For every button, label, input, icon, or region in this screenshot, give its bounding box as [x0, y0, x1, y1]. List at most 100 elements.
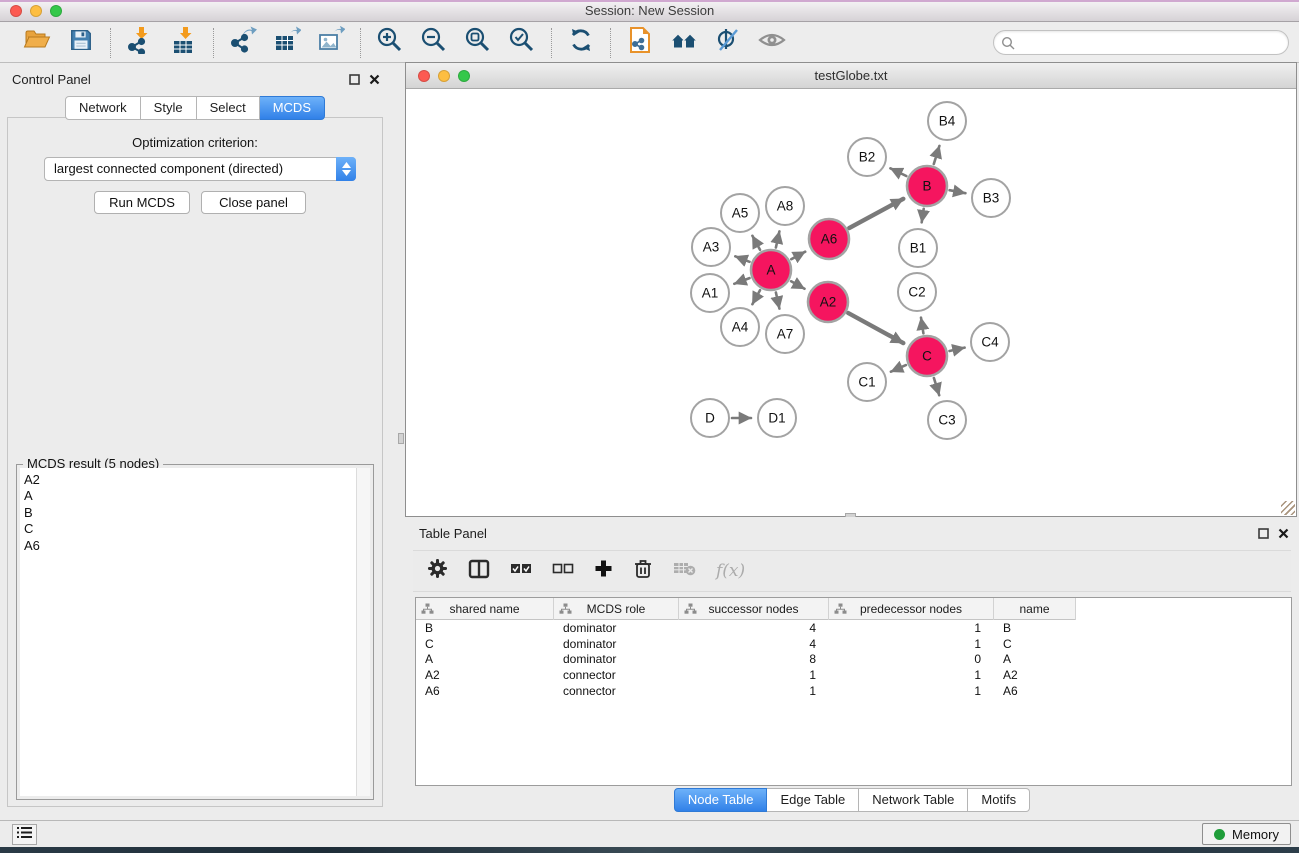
- zoom-out-button[interactable]: [419, 28, 449, 58]
- tab-mcds[interactable]: MCDS: [260, 96, 325, 120]
- tab-select[interactable]: Select: [197, 96, 260, 120]
- tab-style[interactable]: Style: [141, 96, 197, 120]
- task-history-button[interactable]: [12, 824, 37, 845]
- close-network-window-button[interactable]: [418, 70, 430, 82]
- table-cell[interactable]: A6: [416, 684, 554, 698]
- deselect-all-rows-button[interactable]: [552, 562, 574, 581]
- zoom-selected-button[interactable]: [507, 28, 537, 58]
- edge-A-A5[interactable]: [752, 236, 760, 250]
- table-cell[interactable]: C: [994, 637, 1076, 651]
- show-columns-button[interactable]: [468, 559, 490, 584]
- float-panel-icon[interactable]: [1258, 526, 1269, 544]
- table-cell[interactable]: connector: [554, 684, 679, 698]
- table-cell[interactable]: A2: [994, 668, 1076, 682]
- edge-A-A1[interactable]: [734, 278, 749, 284]
- zoom-network-window-button[interactable]: [458, 70, 470, 82]
- network-canvas[interactable]: B4B2BB3B1A5A8A6A3AA1A2C2A4A7CC4C1C3DD1: [406, 90, 1296, 516]
- close-window-button[interactable]: [10, 5, 22, 17]
- edge-A6-B[interactable]: [849, 199, 903, 228]
- edge-C-C1[interactable]: [891, 365, 906, 372]
- tab-network-table[interactable]: Network Table: [859, 788, 968, 812]
- table-cell[interactable]: A: [994, 652, 1076, 666]
- tab-network[interactable]: Network: [65, 96, 141, 120]
- export-image-button[interactable]: [316, 28, 346, 58]
- minimize-network-window-button[interactable]: [438, 70, 450, 82]
- select-all-rows-button[interactable]: [510, 562, 532, 581]
- table-cell[interactable]: 4: [679, 621, 829, 635]
- criterion-dropdown[interactable]: largest connected component (directed): [44, 157, 356, 181]
- edge-C-C3[interactable]: [934, 378, 939, 395]
- export-network-button[interactable]: [228, 28, 258, 58]
- edge-B-B2[interactable]: [890, 168, 906, 176]
- edge-C-C4[interactable]: [950, 348, 965, 351]
- edge-A-A8[interactable]: [776, 231, 780, 247]
- zoom-in-button[interactable]: [375, 28, 405, 58]
- table-cell[interactable]: dominator: [554, 637, 679, 651]
- edge-B-B3[interactable]: [950, 190, 966, 193]
- table-cell[interactable]: 8: [679, 652, 829, 666]
- table-cell[interactable]: C: [416, 637, 554, 651]
- import-network-button[interactable]: [125, 28, 155, 58]
- refresh-layout-button[interactable]: [566, 28, 596, 58]
- table-cell[interactable]: 1: [679, 668, 829, 682]
- result-item[interactable]: B: [20, 505, 370, 521]
- table-cell[interactable]: 1: [829, 684, 994, 698]
- result-item[interactable]: A2: [20, 472, 370, 488]
- edge-A-A2[interactable]: [791, 281, 804, 289]
- delete-table-button[interactable]: [673, 560, 696, 582]
- table-cell[interactable]: B: [994, 621, 1076, 635]
- zoom-window-button[interactable]: [50, 5, 62, 17]
- table-cell[interactable]: A: [416, 652, 554, 666]
- add-column-button[interactable]: [594, 559, 613, 583]
- table-settings-button[interactable]: [427, 558, 448, 584]
- table-cell[interactable]: 1: [679, 684, 829, 698]
- run-mcds-button[interactable]: Run MCDS: [94, 191, 190, 214]
- column-header-name[interactable]: name: [994, 598, 1076, 620]
- table-cell[interactable]: dominator: [554, 621, 679, 635]
- home-button[interactable]: [669, 28, 699, 58]
- table-cell[interactable]: 1: [829, 668, 994, 682]
- edge-A2-C[interactable]: [848, 313, 903, 343]
- split-pane-handle-vertical[interactable]: [398, 433, 404, 444]
- import-table-button[interactable]: [169, 28, 199, 58]
- table-cell[interactable]: connector: [554, 668, 679, 682]
- result-scrollbar[interactable]: [356, 468, 370, 796]
- edge-B-B4[interactable]: [934, 146, 940, 164]
- tab-node-table[interactable]: Node Table: [674, 788, 768, 812]
- table-cell[interactable]: dominator: [554, 652, 679, 666]
- minimize-window-button[interactable]: [30, 5, 42, 17]
- search-input[interactable]: [1020, 33, 1278, 52]
- result-item[interactable]: C: [20, 521, 370, 537]
- float-panel-icon[interactable]: [349, 72, 360, 90]
- window-resize-grip[interactable]: [1281, 501, 1295, 515]
- function-builder-button[interactable]: f(x): [716, 561, 745, 581]
- edge-A-A3[interactable]: [735, 256, 749, 262]
- column-header-predecessor-nodes[interactable]: predecessor nodes: [829, 598, 994, 620]
- tab-motifs[interactable]: Motifs: [968, 788, 1030, 812]
- table-cell[interactable]: 1: [829, 637, 994, 651]
- result-item[interactable]: A: [20, 488, 370, 504]
- tab-edge-table[interactable]: Edge Table: [767, 788, 859, 812]
- table-cell[interactable]: 1: [829, 621, 994, 635]
- export-table-button[interactable]: [272, 28, 302, 58]
- column-header-mcds-role[interactable]: MCDS role: [554, 598, 679, 620]
- table-cell[interactable]: B: [416, 621, 554, 635]
- close-panel-icon[interactable]: [369, 72, 380, 90]
- zoom-fit-button[interactable]: [463, 28, 493, 58]
- table-cell[interactable]: A2: [416, 668, 554, 682]
- memory-button[interactable]: Memory: [1202, 823, 1291, 845]
- table-cell[interactable]: 4: [679, 637, 829, 651]
- save-session-button[interactable]: [66, 28, 96, 58]
- toggle-graphics-details-button[interactable]: [713, 28, 743, 58]
- open-session-button[interactable]: [22, 28, 52, 58]
- show-hide-panel-button[interactable]: [757, 28, 787, 58]
- network-document-button[interactable]: [625, 28, 655, 58]
- close-panel-button[interactable]: Close panel: [201, 191, 306, 214]
- table-cell[interactable]: 0: [829, 652, 994, 666]
- edge-C-C2[interactable]: [921, 318, 923, 334]
- close-panel-icon[interactable]: [1278, 526, 1289, 544]
- column-header-shared-name[interactable]: shared name: [416, 598, 554, 620]
- column-header-successor-nodes[interactable]: successor nodes: [679, 598, 829, 620]
- table-cell[interactable]: A6: [994, 684, 1076, 698]
- result-item[interactable]: A6: [20, 538, 370, 554]
